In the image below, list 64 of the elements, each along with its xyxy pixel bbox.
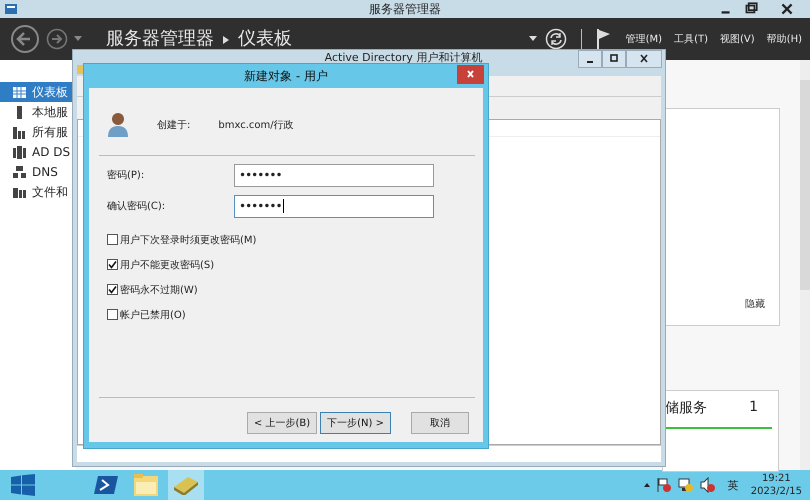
back-icon[interactable]: [10, 24, 40, 54]
sidebar-item[interactable]: 文件和: [0, 182, 76, 202]
maximize-icon[interactable]: [602, 50, 626, 68]
menu-item[interactable]: 工具(T): [674, 32, 708, 46]
dialog-button[interactable]: < 上一步(B): [246, 412, 318, 434]
hide-link[interactable]: 隐藏: [745, 297, 765, 311]
user-icon: [107, 112, 129, 137]
dropdown-icon[interactable]: [528, 36, 537, 42]
speaker-icon[interactable]: [700, 477, 716, 493]
checkbox-label: 用户不能更改密码(S): [120, 258, 214, 272]
start-icon[interactable]: [10, 474, 36, 496]
checkbox[interactable]: [107, 309, 118, 320]
tile-title: 储服务: [665, 399, 707, 417]
terminal-icon: [94, 475, 118, 495]
separator-icon: [222, 35, 230, 45]
checkbox-label: 帐户已禁用(O): [120, 308, 186, 322]
breadcrumb-item[interactable]: 服务器管理器: [106, 29, 214, 49]
field-label: 确认密码(C):: [107, 200, 166, 213]
refresh-icon[interactable]: [544, 28, 567, 50]
window-title: Active Directory 用户和计算机: [324, 51, 484, 64]
server-icon: [13, 186, 26, 198]
sidebar-item[interactable]: 所有服: [0, 122, 76, 142]
flag-icon[interactable]: [656, 477, 672, 493]
password-field[interactable]: •••••••: [234, 164, 434, 186]
flag-icon[interactable]: [596, 28, 612, 50]
clock-time[interactable]: 19:21: [762, 472, 791, 485]
field-label: 密码(P):: [107, 168, 146, 182]
created-in-label: 创建于:: [157, 118, 190, 132]
folder-icon: [134, 474, 158, 496]
caret-icon[interactable]: [644, 483, 650, 487]
menu-item[interactable]: 视图(V): [720, 32, 755, 46]
checkbox-label: 密码永不过期(W): [120, 284, 198, 296]
server-icon: [13, 126, 26, 138]
breadcrumb-item[interactable]: 仪表板: [238, 29, 292, 49]
checkbox[interactable]: [107, 259, 118, 270]
password-field[interactable]: •••••••: [234, 194, 434, 218]
sidebar-item[interactable]: 本地服: [0, 102, 76, 122]
tile-count: 1: [749, 399, 758, 417]
checkbox-label: 用户下次登录时须更改密码(M): [120, 234, 256, 246]
created-in-value: bmxc.com/行政: [218, 118, 294, 132]
taskbar-app[interactable]: [168, 470, 204, 500]
checkbox[interactable]: [107, 234, 118, 245]
menu-item[interactable]: 帮助(H): [766, 32, 802, 46]
sidebar-item[interactable]: DNS: [0, 162, 76, 182]
clock-date[interactable]: 2023/2/15: [750, 485, 802, 498]
grid-icon: [13, 86, 26, 98]
dialog-button[interactable]: 下一步(N) >: [320, 412, 391, 434]
network-icon[interactable]: [678, 477, 694, 493]
scrollbar[interactable]: [800, 60, 810, 470]
app-icon: [4, 2, 18, 16]
close-icon[interactable]: [626, 50, 662, 68]
minimize-icon[interactable]: [578, 50, 602, 68]
window-title: 服务器管理器: [368, 0, 442, 18]
sidebar-item[interactable]: AD DS: [0, 142, 76, 162]
network-icon: [13, 166, 26, 178]
server-icon: [13, 146, 26, 158]
language-indicator[interactable]: 英: [728, 478, 739, 492]
forward-icon[interactable]: [46, 28, 68, 50]
checkbox[interactable]: [107, 284, 118, 295]
menu-item[interactable]: 管理(M): [626, 32, 662, 46]
book-icon: [172, 475, 200, 495]
dialog-button[interactable]: 取消: [411, 412, 469, 434]
role-tile[interactable]: 储服务 1: [662, 390, 779, 472]
dialog-title: 新建对象 - 用户: [244, 68, 328, 84]
